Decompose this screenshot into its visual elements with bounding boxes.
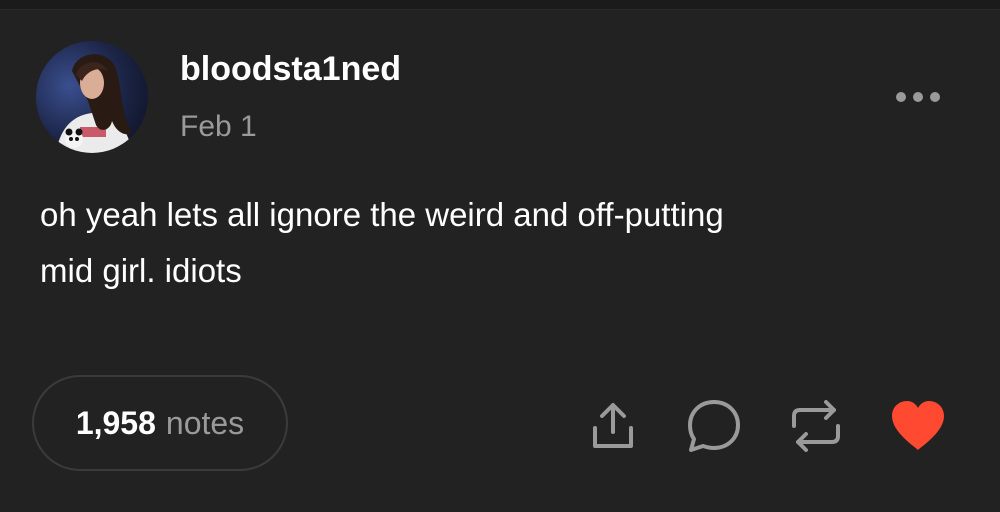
- reply-button[interactable]: [684, 396, 744, 456]
- post-body-line: oh yeah lets all ignore the weird and of…: [40, 196, 724, 233]
- author-username[interactable]: bloodsta1ned: [180, 50, 401, 89]
- more-dot-icon: [896, 92, 906, 102]
- top-divider: [0, 0, 1000, 10]
- notes-label: notes: [165, 404, 245, 441]
- author-avatar[interactable]: [36, 41, 148, 153]
- share-button[interactable]: [583, 396, 643, 456]
- notes-count: 1,958: [75, 404, 156, 441]
- post-card: bloodsta1ned Feb 1 oh yeah lets all igno…: [0, 0, 1000, 512]
- heart-icon: [892, 401, 944, 450]
- more-options-button[interactable]: [888, 82, 948, 112]
- share-icon: [593, 403, 633, 448]
- more-dot-icon: [913, 92, 923, 102]
- like-button[interactable]: [888, 396, 948, 456]
- reblog-icon: [792, 400, 840, 452]
- more-dot-icon: [930, 92, 940, 102]
- post-date: Feb 1: [180, 110, 257, 143]
- post-body: oh yeah lets all ignore the weird and of…: [40, 187, 940, 299]
- post-body-line: mid girl. idiots: [40, 252, 242, 289]
- notes-button[interactable]: 1,958 notes: [32, 375, 288, 471]
- reply-icon: [688, 400, 740, 452]
- reblog-button[interactable]: [786, 396, 846, 456]
